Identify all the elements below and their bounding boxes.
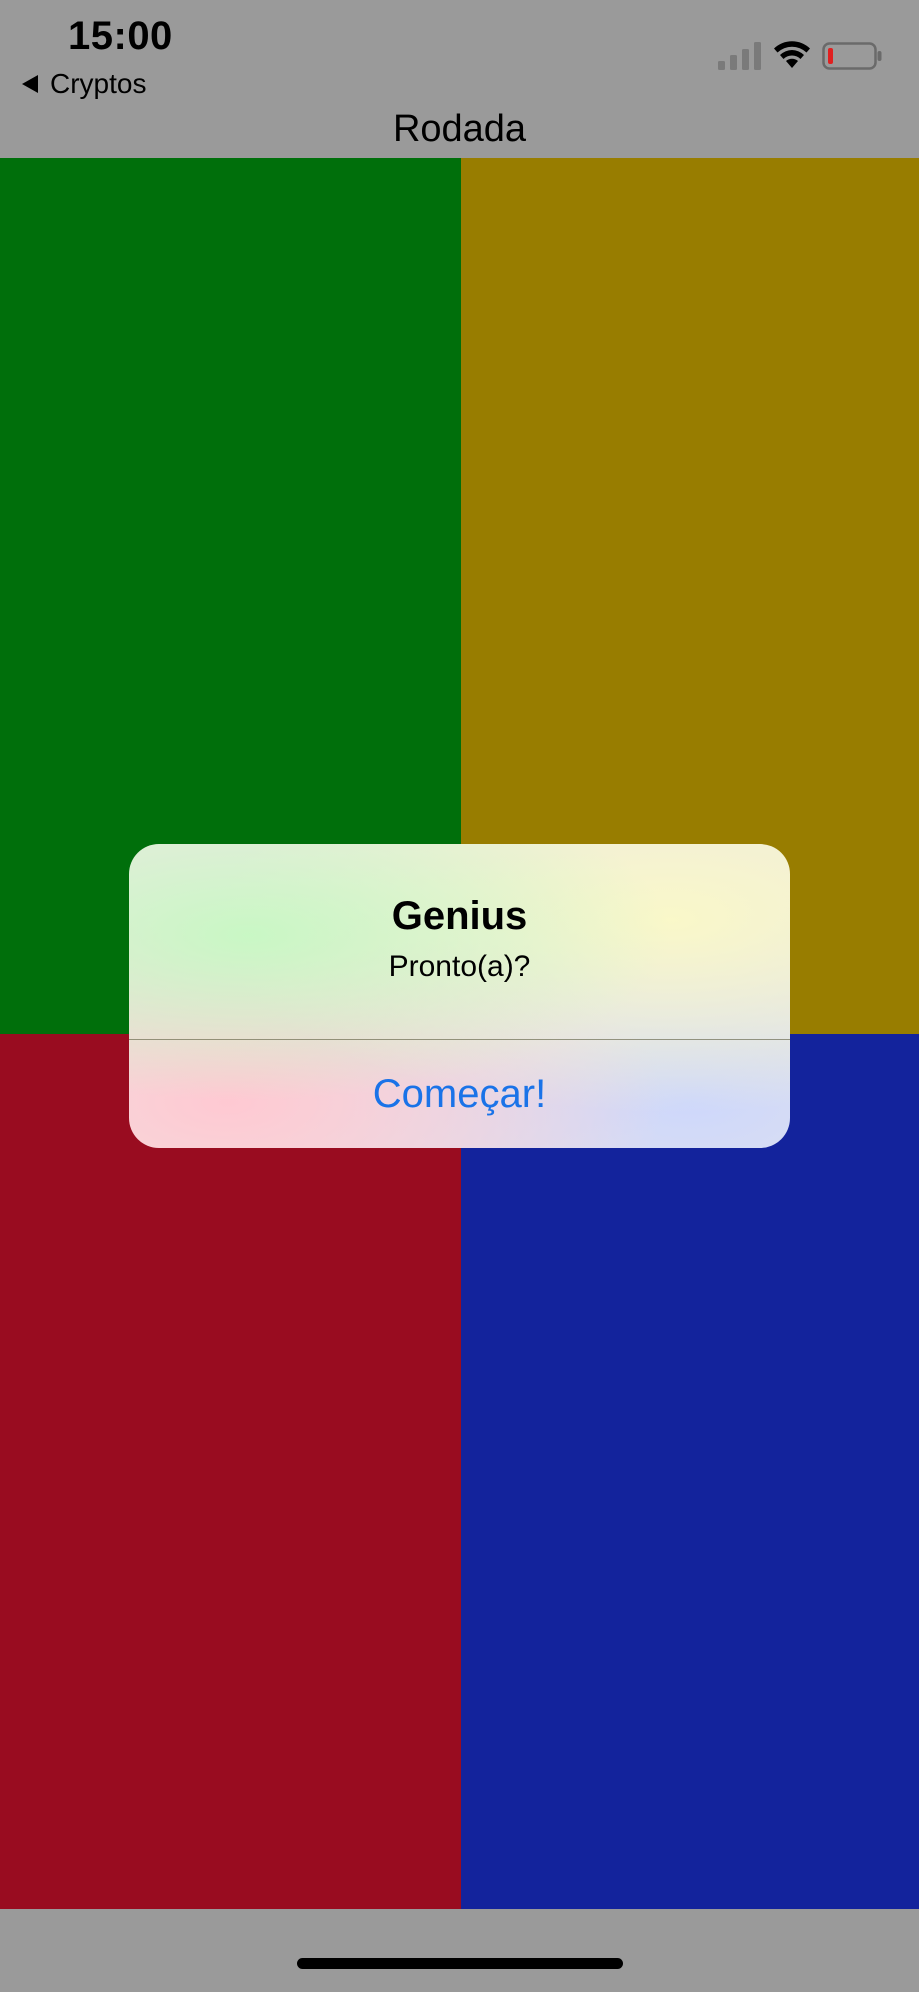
back-button[interactable]: Cryptos xyxy=(22,66,146,102)
page-title: Rodada xyxy=(392,108,527,150)
home-indicator[interactable] xyxy=(297,1958,623,1969)
battery-low-icon xyxy=(822,42,882,70)
cellular-signal-icon xyxy=(718,42,761,70)
start-button[interactable]: Começar! xyxy=(129,1040,790,1148)
alert-message: Pronto(a)? xyxy=(388,950,531,983)
back-arrow-icon xyxy=(22,75,38,93)
red-pad[interactable] xyxy=(0,1034,461,1909)
back-button-label: Cryptos xyxy=(50,68,147,99)
status-time: 15:00 xyxy=(68,14,173,58)
blue-pad[interactable] xyxy=(461,1034,919,1909)
screen: 15:00 Cryptos Rodada Genius Pronto(a)? C… xyxy=(0,0,919,1992)
alert-dialog: Genius Pronto(a)? Começar! xyxy=(129,844,790,1148)
alert-title: Genius xyxy=(391,894,528,938)
wifi-icon xyxy=(774,41,810,68)
